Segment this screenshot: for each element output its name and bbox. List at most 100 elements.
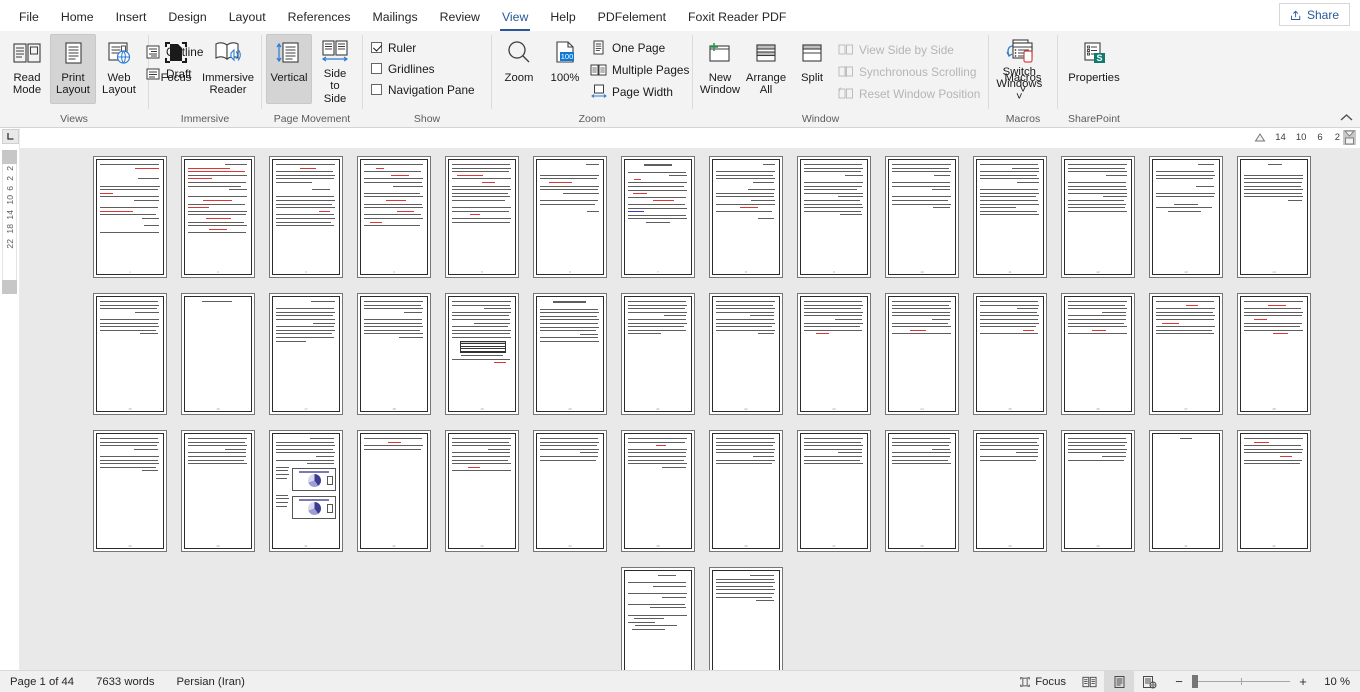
gridlines-checkbox[interactable]: [371, 63, 382, 74]
page-thumbnail[interactable]: 21: [621, 293, 695, 415]
new-window-button[interactable]: New Window: [697, 34, 743, 104]
zoom-slider[interactable]: [1192, 675, 1290, 688]
page-thumbnail[interactable]: 24: [885, 293, 959, 415]
page-thumbnail[interactable]: 12: [1061, 156, 1135, 278]
page-thumbnail[interactable]: 33: [445, 430, 519, 552]
page-thumbnail[interactable]: 43: [621, 567, 695, 670]
indent-markers-icon[interactable]: [1343, 130, 1356, 145]
page-thumbnail[interactable]: 44: [709, 567, 783, 670]
ruler-checkbox-row[interactable]: Ruler: [367, 38, 479, 57]
page-thumbnail[interactable]: 30: [181, 430, 255, 552]
one-page-button[interactable]: One Page: [588, 37, 693, 58]
tab-review[interactable]: Review: [429, 3, 491, 31]
zoom-out-button[interactable]: −: [1172, 674, 1186, 690]
navigation-pane-checkbox-row[interactable]: Navigation Pane: [367, 80, 479, 99]
side-to-side-button[interactable]: Side to Side: [312, 34, 358, 105]
tab-design[interactable]: Design: [157, 3, 217, 31]
page-thumbnail[interactable]: 9: [797, 156, 871, 278]
language-indicator[interactable]: Persian (Iran): [176, 676, 244, 688]
horizontal-ruler[interactable]: 14 10 6 2: [20, 128, 1360, 148]
print-layout-button[interactable]: Print Layout: [50, 34, 96, 104]
page-thumbnail[interactable]: 34: [533, 430, 607, 552]
page-thumbnail[interactable]: 31: [269, 430, 343, 552]
zoom-in-button[interactable]: +: [1296, 674, 1310, 690]
page-thumbnail[interactable]: 39: [973, 430, 1047, 552]
tab-home[interactable]: Home: [50, 3, 105, 31]
share-button[interactable]: Share: [1278, 3, 1350, 26]
page-thumbnail[interactable]: 8: [709, 156, 783, 278]
tab-foxit-reader-pdf[interactable]: Foxit Reader PDF: [677, 3, 797, 31]
gridlines-checkbox-row[interactable]: Gridlines: [367, 59, 479, 78]
vertical-ruler[interactable]: 2 2 6 10 14 18 22: [0, 128, 20, 670]
multiple-pages-button[interactable]: Multiple Pages: [588, 59, 693, 80]
page-thumbnail[interactable]: 22: [709, 293, 783, 415]
page-thumbnail[interactable]: 17: [269, 293, 343, 415]
collapse-ribbon-button[interactable]: [1340, 111, 1353, 125]
print-layout-view-button[interactable]: [1104, 670, 1134, 692]
page-thumbnail[interactable]: 35: [621, 430, 695, 552]
page-thumbnail[interactable]: 36: [709, 430, 783, 552]
word-count[interactable]: 7633 words: [96, 676, 154, 688]
macros-button[interactable]: Macros ˅: [998, 34, 1047, 104]
page-thumbnail-grid[interactable]: 1 2 3 4 5 6 7 8 9 10 11 12 13 14 15 16 1…: [20, 148, 1360, 670]
tab-layout[interactable]: Layout: [218, 3, 277, 31]
tab-view[interactable]: View: [491, 3, 539, 31]
page-thumbnail[interactable]: 6: [533, 156, 607, 278]
vertical-button[interactable]: Vertical: [266, 34, 312, 104]
ruler-checkbox[interactable]: [371, 42, 382, 53]
page-thumbnail[interactable]: 19: [445, 293, 519, 415]
tab-help[interactable]: Help: [539, 3, 586, 31]
zoom-slider-thumb[interactable]: [1192, 675, 1198, 688]
tab-file[interactable]: File: [8, 3, 50, 31]
page-thumbnail[interactable]: 14: [1237, 156, 1311, 278]
page-width-button[interactable]: Page Width: [588, 81, 693, 102]
page-thumbnail[interactable]: 20: [533, 293, 607, 415]
page-thumbnail[interactable]: 40: [1061, 430, 1135, 552]
immersive-reader-button[interactable]: Immersive Reader: [199, 34, 257, 104]
tab-insert[interactable]: Insert: [105, 3, 158, 31]
reset-window-position-button[interactable]: Reset Window Position: [835, 83, 984, 104]
page-thumbnail[interactable]: 3: [269, 156, 343, 278]
page-thumbnail[interactable]: 38: [885, 430, 959, 552]
page-thumbnail[interactable]: 37: [797, 430, 871, 552]
synchronous-scrolling-button[interactable]: Synchronous Scrolling: [835, 61, 984, 82]
view-side-by-side-button[interactable]: View Side by Side: [835, 39, 984, 60]
page-thumbnail[interactable]: 23: [797, 293, 871, 415]
page-thumbnail[interactable]: 27: [1149, 293, 1223, 415]
page-thumbnail[interactable]: 2: [181, 156, 255, 278]
zoom-level-label[interactable]: 10 %: [1318, 676, 1352, 688]
split-button[interactable]: Split: [789, 34, 835, 104]
focus-mode-button[interactable]: Focus: [1011, 671, 1074, 692]
page-thumbnail[interactable]: 16: [181, 293, 255, 415]
tab-pdfelement[interactable]: PDFelement: [587, 3, 677, 31]
page-thumbnail[interactable]: 10: [885, 156, 959, 278]
page-thumbnail[interactable]: 1: [93, 156, 167, 278]
page-thumbnail[interactable]: 4: [357, 156, 431, 278]
page-thumbnail[interactable]: 7: [621, 156, 695, 278]
page-thumbnail[interactable]: 13: [1149, 156, 1223, 278]
zoom-button[interactable]: Zoom: [496, 34, 542, 104]
arrange-all-button[interactable]: Arrange All: [743, 34, 789, 104]
page-thumbnail[interactable]: 5: [445, 156, 519, 278]
properties-button[interactable]: S Properties: [1062, 34, 1126, 104]
page-thumbnail[interactable]: 41: [1149, 430, 1223, 552]
page-thumbnail[interactable]: 32: [357, 430, 431, 552]
web-layout-view-button[interactable]: [1134, 671, 1164, 692]
read-mode-button[interactable]: Read Mode: [4, 34, 50, 104]
focus-button[interactable]: Focus: [153, 34, 199, 104]
page-thumbnail[interactable]: 28: [1237, 293, 1311, 415]
first-line-indent-icon[interactable]: [1254, 132, 1266, 143]
read-mode-view-button[interactable]: [1074, 671, 1104, 692]
tab-stop-selector[interactable]: [2, 129, 19, 144]
page-thumbnail[interactable]: 15: [93, 293, 167, 415]
web-layout-button[interactable]: Web Layout: [96, 34, 142, 104]
page-thumbnail[interactable]: 29: [93, 430, 167, 552]
tab-mailings[interactable]: Mailings: [362, 3, 429, 31]
page-thumbnail[interactable]: 26: [1061, 293, 1135, 415]
navigation-pane-checkbox[interactable]: [371, 84, 382, 95]
tab-references[interactable]: References: [277, 3, 362, 31]
page-thumbnail[interactable]: 25: [973, 293, 1047, 415]
page-thumbnail[interactable]: 11: [973, 156, 1047, 278]
page-thumbnail[interactable]: 42: [1237, 430, 1311, 552]
page-thumbnail[interactable]: 18: [357, 293, 431, 415]
